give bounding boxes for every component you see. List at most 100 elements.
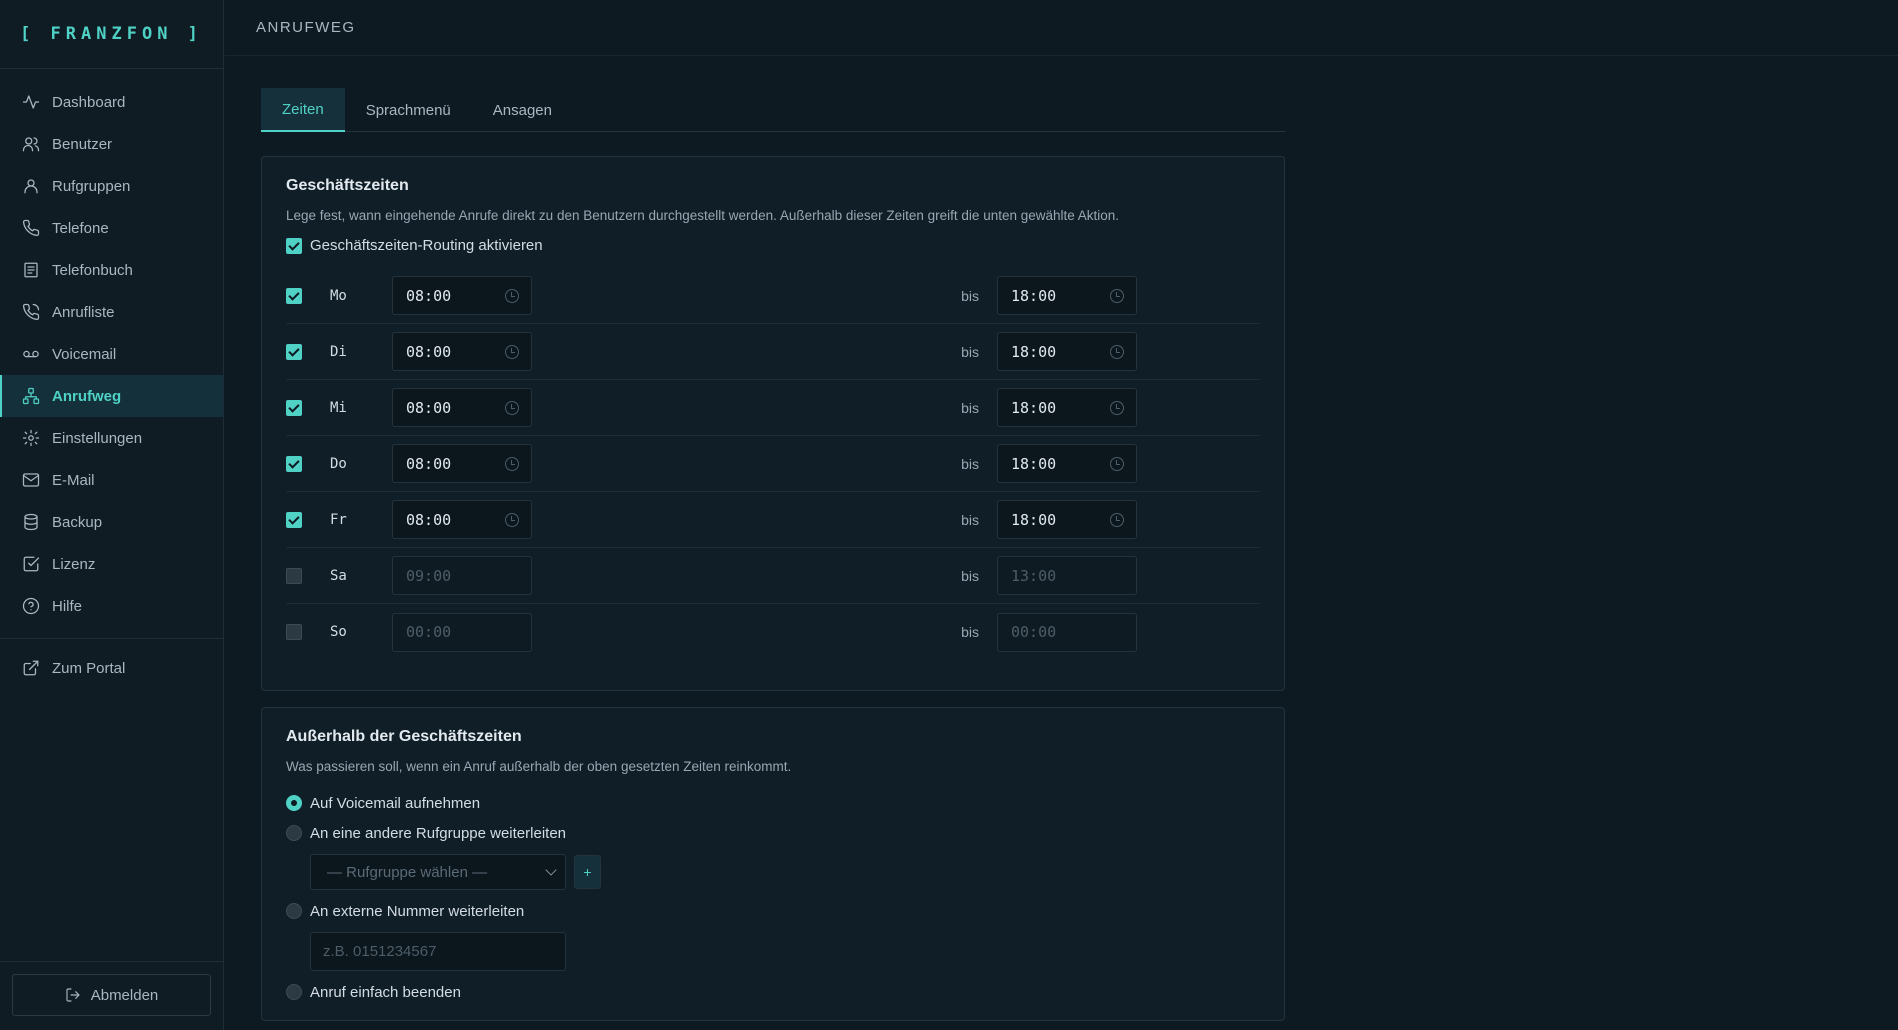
- day-checkbox[interactable]: [286, 343, 302, 360]
- to-time-input[interactable]: 18:00: [997, 500, 1137, 539]
- sidebar-item-benutzer[interactable]: Benutzer: [0, 123, 223, 165]
- tab-sprachmenue[interactable]: Sprachmenü: [345, 88, 472, 132]
- range-separator: bis: [961, 455, 979, 472]
- day-checkbox[interactable]: [286, 511, 302, 528]
- sidebar-item-label: Telefone: [52, 219, 109, 237]
- option-hang-up[interactable]: Anruf einfach beenden: [286, 977, 1260, 1007]
- day-checkbox[interactable]: [286, 624, 302, 640]
- mail-icon: [22, 473, 40, 487]
- select-placeholder: — Rufgruppe wählen —: [327, 863, 488, 881]
- sidebar-item-label: Hilfe: [52, 597, 83, 615]
- sidebar-item-anrufweg[interactable]: Anrufweg: [0, 375, 223, 417]
- clock-icon[interactable]: [1110, 512, 1124, 527]
- from-time-input[interactable]: 09:00: [392, 556, 532, 595]
- sidebar-item-portal[interactable]: Zum Portal: [0, 647, 223, 689]
- sidebar-item-telefone[interactable]: Telefone: [0, 207, 223, 249]
- from-time-input[interactable]: 00:00: [392, 612, 532, 652]
- sidebar-item-hilfe[interactable]: Hilfe: [0, 585, 223, 627]
- external-number-row: z.B. 0151234567: [310, 932, 1260, 971]
- clock-icon[interactable]: [505, 512, 519, 527]
- from-time-input[interactable]: 08:00: [392, 276, 532, 315]
- day-checkbox[interactable]: [286, 567, 302, 584]
- to-time-input[interactable]: 00:00: [997, 612, 1137, 652]
- range-separator: bis: [961, 343, 979, 360]
- to-time-input[interactable]: 18:00: [997, 444, 1137, 483]
- day-checkbox[interactable]: [286, 455, 302, 472]
- range-separator: bis: [961, 287, 979, 304]
- chevron-down-icon: [545, 864, 557, 876]
- checkbox[interactable]: [286, 237, 302, 254]
- to-time-input[interactable]: 18:00: [997, 388, 1137, 427]
- sidebar-item-email[interactable]: E-Mail: [0, 459, 223, 501]
- to-time-input[interactable]: 18:00: [997, 332, 1137, 371]
- sidebar-item-anrufliste[interactable]: Anrufliste: [0, 291, 223, 333]
- sidebar-item-label: Voicemail: [52, 345, 117, 363]
- user-group-icon: [24, 179, 38, 194]
- option-voicemail[interactable]: Auf Voicemail aufnehmen: [286, 788, 1260, 818]
- sidebar-item-label: Anrufweg: [52, 387, 122, 405]
- clock-icon[interactable]: [1110, 344, 1124, 359]
- from-time-input[interactable]: 08:00: [392, 500, 532, 539]
- clock-icon[interactable]: [1110, 400, 1124, 415]
- radio-label: Auf Voicemail aufnehmen: [310, 794, 481, 812]
- from-time-input[interactable]: 08:00: [392, 332, 532, 371]
- logout-button[interactable]: Abmelden: [12, 974, 211, 1016]
- radio[interactable]: [286, 903, 302, 919]
- sidebar-item-label: Einstellungen: [52, 429, 143, 447]
- from-time-input[interactable]: 08:00: [392, 388, 532, 427]
- clock-icon[interactable]: [505, 400, 519, 415]
- sidebar-item-voicemail[interactable]: Voicemail: [0, 333, 223, 375]
- logout-area: Abmelden: [0, 961, 223, 1030]
- sidebar-item-lizenz[interactable]: Lizenz: [0, 543, 223, 585]
- to-time-input[interactable]: 18:00: [997, 276, 1137, 315]
- sidebar-item-telefonbuch[interactable]: Telefonbuch: [0, 249, 223, 291]
- radio-label: An externe Nummer weiterleiten: [310, 902, 525, 920]
- sidebar-item-dashboard[interactable]: Dashboard: [0, 81, 223, 123]
- radio[interactable]: [286, 825, 302, 841]
- clock-icon[interactable]: [1110, 456, 1124, 471]
- page-title: ANRUFWEG: [256, 19, 356, 36]
- voicemail-icon: [23, 350, 39, 358]
- radio-label: An eine andere Rufgruppe weiterleiten: [310, 824, 567, 842]
- add-group-button[interactable]: +: [574, 855, 601, 889]
- range-separator: bis: [961, 624, 979, 640]
- radio[interactable]: [286, 795, 302, 811]
- day-checkbox[interactable]: [286, 287, 302, 304]
- external-number-input[interactable]: z.B. 0151234567: [310, 932, 566, 971]
- database-icon: [24, 513, 38, 531]
- sidebar-item-label: Benutzer: [52, 135, 113, 153]
- day-row-mi: Mi 08:00 bis 18:00: [286, 380, 1260, 436]
- day-row-di: Di 08:00 bis 18:00: [286, 324, 1260, 380]
- day-label: Fr: [330, 511, 347, 528]
- sidebar-item-backup[interactable]: Backup: [0, 501, 223, 543]
- group-select[interactable]: — Rufgruppe wählen —: [310, 854, 566, 890]
- section-title: Außerhalb der Geschäftszeiten: [286, 728, 522, 745]
- radio[interactable]: [286, 984, 302, 1000]
- phone-call-icon: [22, 303, 40, 321]
- from-time-input[interactable]: 08:00: [392, 444, 532, 483]
- option-forward-group[interactable]: An eine andere Rufgruppe weiterleiten: [286, 818, 1260, 848]
- network-icon: [22, 387, 40, 405]
- clock-icon[interactable]: [505, 456, 519, 471]
- clock-icon[interactable]: [505, 344, 519, 359]
- day-row-do: Do 08:00 bis 18:00: [286, 436, 1260, 492]
- day-row-fr: Fr 08:00 bis 18:00: [286, 492, 1260, 548]
- sidebar-item-label: Lizenz: [52, 555, 96, 573]
- sidebar-item-rufgruppen[interactable]: Rufgruppen: [0, 165, 223, 207]
- clock-icon[interactable]: [1110, 288, 1124, 303]
- day-checkbox[interactable]: [286, 399, 302, 416]
- range-separator: bis: [961, 567, 979, 584]
- to-time-input[interactable]: 13:00: [997, 556, 1137, 595]
- tab-ansagen[interactable]: Ansagen: [472, 88, 573, 132]
- sidebar-item-einstellungen[interactable]: Einstellungen: [0, 417, 223, 459]
- clock-icon[interactable]: [505, 288, 519, 303]
- section-description: Was passieren soll, wenn ein Anruf außer…: [286, 759, 792, 774]
- enable-routing-checkbox[interactable]: Geschäftszeiten-Routing aktivieren: [286, 237, 1260, 254]
- tab-zeiten[interactable]: Zeiten: [261, 88, 345, 132]
- option-external-number[interactable]: An externe Nummer weiterleiten: [286, 896, 1260, 926]
- brand-logo: [ FRANZFON ]: [0, 0, 223, 69]
- main-content: Zeiten Sprachmenü Ansagen Geschäftszeite…: [261, 88, 1285, 1021]
- day-row-mo: Mo 08:00 bis 18:00: [286, 268, 1260, 324]
- book-icon: [24, 262, 38, 278]
- day-label: Mo: [330, 287, 347, 304]
